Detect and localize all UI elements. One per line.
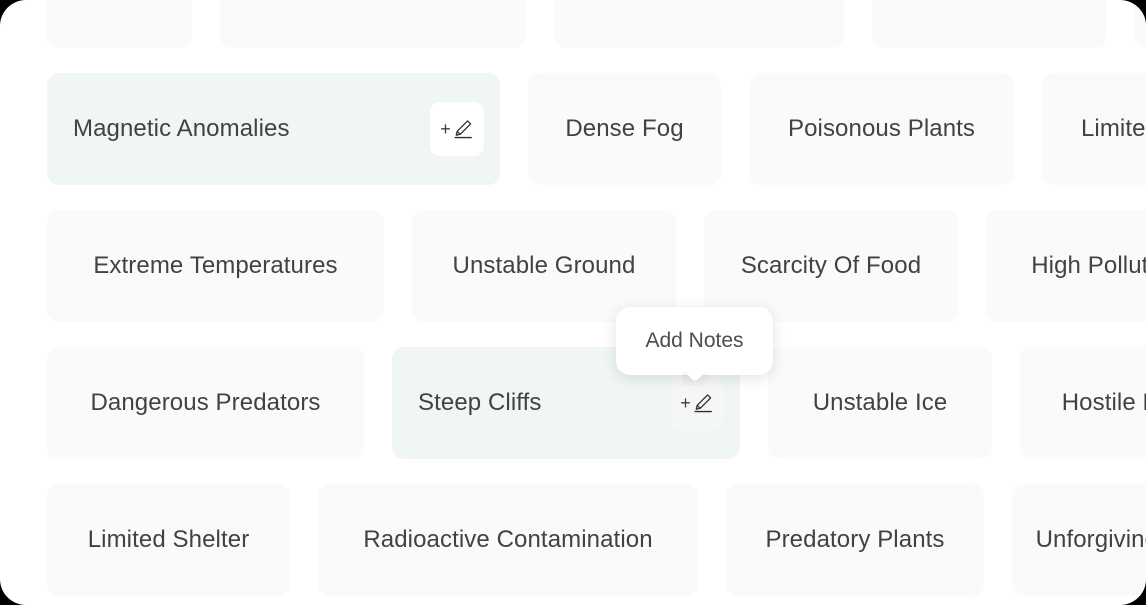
app-surface: Other Treacherous Terrain Venomous Wildlif… [0, 0, 1146, 605]
hazard-chip-label: Scarcity Of Food [740, 251, 922, 279]
hazard-chip[interactable]: Hostile Natives [1020, 347, 1146, 459]
hazard-chip[interactable]: Venomous Wildlife [554, 0, 844, 48]
hazard-chip-label: Predatory Plants [765, 525, 945, 553]
chip-row: Extreme Temperatures Unstable Ground Scarc… [47, 210, 1146, 322]
plus-icon: + [680, 393, 691, 413]
hazard-chip[interactable]: Extreme Temperatures [47, 210, 384, 322]
add-note-button[interactable]: + [430, 102, 484, 156]
hazard-chip[interactable]: Limited Visibility [1042, 73, 1146, 185]
hazard-chip[interactable]: Radioactive Contamination [318, 484, 698, 596]
hazard-chip-label: Other [89, 0, 150, 6]
hazard-chip[interactable]: Dense Fog [528, 73, 721, 185]
hazard-chip[interactable]: Poisonous Plants [749, 73, 1014, 185]
hazard-chip[interactable]: Unstable Ground [412, 210, 676, 322]
hazard-chip-label: High Pollution [1031, 251, 1146, 279]
hazard-chip[interactable]: Dangerous Predators [47, 347, 364, 459]
hazard-chip[interactable]: High Pollution [986, 210, 1146, 322]
add-notes-tooltip: Add Notes [616, 307, 773, 375]
hazard-chip[interactable]: Hidden Dangers [1135, 0, 1146, 48]
hazard-chip-label: Limited Visibility [1080, 114, 1146, 142]
hazard-chip-label: Dangerous Predators [90, 388, 321, 416]
hazard-chip[interactable]: Treacherous Terrain [220, 0, 526, 48]
hazard-chip-label: Poisonous Plants [787, 114, 976, 142]
hazard-chip[interactable]: Harsh Climate [872, 0, 1107, 48]
chip-row: Other Treacherous Terrain Venomous Wildlif… [47, 0, 1146, 48]
hazard-chip[interactable]: Predatory Plants [726, 484, 984, 596]
hazard-chip-label: Extreme Temperatures [93, 251, 338, 279]
plus-icon: + [440, 119, 451, 139]
hazard-chip[interactable]: Limited Shelter [47, 484, 290, 596]
chip-row: Limited Shelter Radioactive Contamination… [47, 484, 1146, 596]
hazard-chip-label: Treacherous Terrain [265, 0, 480, 6]
hazard-chip-label: Radioactive Contamination [363, 525, 653, 553]
hazard-chip-label: Magnetic Anomalies [73, 114, 290, 142]
hazard-chip-label: Hostile Natives [1061, 388, 1146, 416]
hazard-chip[interactable]: Unstable Ice [768, 347, 992, 459]
pencil-icon [452, 118, 474, 140]
hazard-chip[interactable]: Unforgiving Terrain [1012, 484, 1146, 596]
hazard-chip[interactable]: Magnetic Anomalies + [47, 73, 500, 185]
pencil-icon [692, 392, 714, 414]
hazard-chip-label: Limited Shelter [87, 525, 250, 553]
hazard-chip-label: Unstable Ground [452, 251, 636, 279]
tooltip-arrow-icon [682, 372, 708, 386]
hazard-chip-label: Unstable Ice [812, 388, 948, 416]
hazard-chip-label: Harsh Climate [913, 0, 1066, 6]
chip-row: Magnetic Anomalies + Dense Fog Poisonous Pl… [47, 73, 1146, 185]
hazard-chip-label: Unforgiving Terrain [1035, 525, 1146, 553]
hazard-chip-grid: Other Treacherous Terrain Venomous Wildlif… [47, 0, 1146, 605]
hazard-chip-label: Venomous Wildlife [599, 0, 798, 6]
hazard-chip[interactable]: Other [47, 0, 192, 48]
hazard-chip-label: Steep Cliffs [418, 388, 542, 416]
hazard-chip[interactable]: Scarcity Of Food [704, 210, 958, 322]
chip-row: Dangerous Predators Steep Cliffs + Unstable… [47, 347, 1146, 459]
tooltip-label: Add Notes [645, 329, 744, 352]
hazard-chip-label: Dense Fog [565, 114, 684, 142]
